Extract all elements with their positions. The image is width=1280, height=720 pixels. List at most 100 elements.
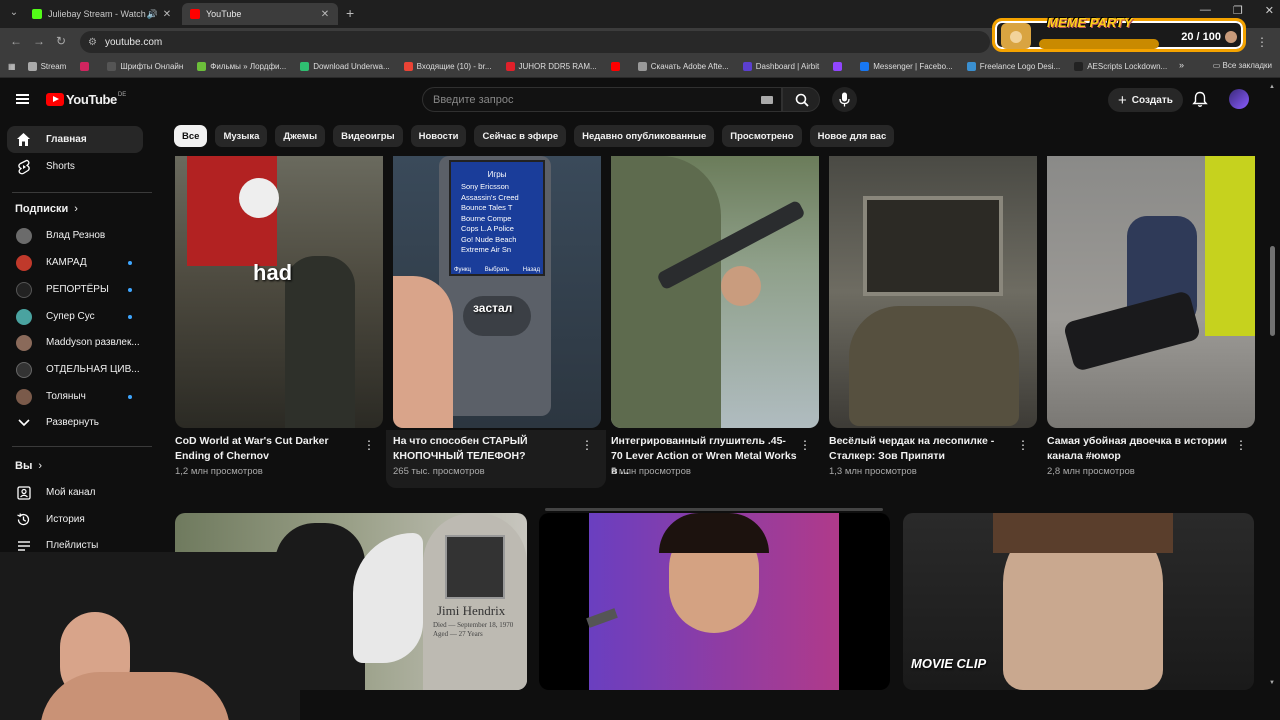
forward-icon[interactable]: → (33, 34, 45, 48)
hair-shape (993, 513, 1173, 553)
person-shape (611, 156, 721, 428)
sidebar-divider (12, 192, 152, 193)
youtube-logo[interactable]: YouTube DE (46, 92, 126, 107)
short-thumbnail[interactable]: Игры Sony Ericsson Assassin's Creed Boun… (393, 156, 601, 428)
bookmark[interactable]: Входящие (10) - br... (403, 62, 492, 71)
reload-icon[interactable]: ↻ (56, 34, 66, 48)
video-thumbnail[interactable] (539, 513, 890, 690)
sidebar-sub-channel[interactable]: РЕПОРТЁРЫ (7, 276, 143, 303)
sidebar-item-shorts[interactable]: Shorts (7, 153, 143, 180)
chip-recently-uploaded[interactable]: Недавно опубликованные (574, 125, 715, 147)
notifications-icon[interactable] (1192, 91, 1208, 108)
bookmark[interactable]: Dashboard | Airbit (742, 62, 819, 71)
short-title[interactable]: Весёлый чердак на лесопилке - Сталкер: З… (829, 434, 1015, 464)
bookmark[interactable]: Фильмы » Лордфи... (197, 62, 286, 71)
sidebar-sub-channel[interactable]: Maddyson развлек... (7, 329, 143, 356)
chip-news[interactable]: Новости (410, 125, 467, 147)
scroll-up-icon[interactable]: ▲ (1269, 84, 1275, 90)
video-thumbnail[interactable]: MOVIE CLIP (903, 513, 1254, 690)
all-bookmarks[interactable]: ▭ Все закладки (1213, 61, 1272, 70)
subscriptions-heading[interactable]: Подписки › (15, 203, 78, 215)
short-card[interactable]: Весёлый чердак на лесопилке - Сталкер: З… (829, 156, 1037, 477)
sidebar-sub-channel[interactable]: Супер Сус (7, 303, 143, 330)
short-thumbnail[interactable]: had (175, 156, 383, 428)
address-bar[interactable]: ⚙ youtube.com (80, 31, 990, 53)
tab-juliebay[interactable]: Juliebay Stream - Watch Li 🔊 ✕ (24, 3, 180, 25)
short-overlay-text: had (253, 260, 293, 285)
create-button[interactable]: + Создать (1108, 88, 1183, 112)
chip-new-for-you[interactable]: Новое для вас (809, 125, 895, 147)
short-card[interactable]: had CoD World at War's Cut Darker Ending… (175, 156, 383, 477)
sidebar-item-history[interactable]: История (7, 506, 143, 533)
more-options-icon[interactable]: ⋮ (1235, 438, 1247, 452)
short-card[interactable]: Интегрированный глушитель .45-70 Lever A… (611, 156, 819, 477)
voice-search-button[interactable] (832, 87, 857, 112)
close-window-icon[interactable]: ✕ (1265, 4, 1274, 17)
menu-icon[interactable] (16, 94, 29, 104)
bookmark[interactable] (80, 62, 93, 71)
bookmark[interactable] (833, 62, 846, 71)
chip-music[interactable]: Музыка (215, 125, 268, 147)
url-text: youtube.com (104, 36, 163, 48)
short-title[interactable]: CoD World at War's Cut Darker Ending of … (175, 434, 361, 464)
bookmark[interactable]: AEScripts Lockdown... (1074, 62, 1167, 71)
new-content-dot (128, 287, 132, 292)
close-icon[interactable]: ✕ (162, 9, 172, 20)
chip-all[interactable]: Все (174, 125, 208, 147)
bookmarks-more-icon[interactable]: » (1179, 60, 1184, 70)
close-icon[interactable]: ✕ (320, 9, 330, 20)
you-heading[interactable]: Вы › (15, 460, 42, 472)
sidebar-sub-channel[interactable]: Влад Резнов (7, 222, 143, 249)
short-thumbnail[interactable] (829, 156, 1037, 428)
more-options-icon[interactable]: ⋮ (799, 438, 811, 452)
chip-live[interactable]: Сейчас в эфире (474, 125, 567, 147)
site-info-icon[interactable]: ⚙ (88, 37, 97, 48)
apps-icon[interactable]: ▦ (8, 62, 16, 71)
short-thumbnail[interactable] (1047, 156, 1255, 428)
youtube-icon (190, 9, 200, 19)
scroll-down-icon[interactable]: ▼ (1269, 680, 1275, 686)
short-title[interactable]: На что способен СТАРЫЙ КНОПОЧНЫЙ ТЕЛЕФОН… (393, 434, 579, 464)
video-overlay-text: Jimi Hendrix (437, 603, 506, 618)
more-options-icon[interactable]: ⋮ (581, 438, 593, 452)
sidebar-sub-channel[interactable]: ОТДЕЛЬНАЯ ЦИВ... (7, 356, 143, 383)
bookmark[interactable]: Messenger | Facebo... (860, 62, 953, 71)
chevron-right-icon: › (74, 203, 78, 215)
short-card[interactable]: Самая убойная двоечка в истории канала #… (1047, 156, 1255, 477)
sidebar-sub-channel[interactable]: КАМРАД (7, 249, 143, 276)
short-title[interactable]: Самая убойная двоечка в истории канала #… (1047, 434, 1233, 464)
short-card[interactable]: Игры Sony Ericsson Assassin's Creed Boun… (393, 156, 601, 477)
chip-jams[interactable]: Джемы (275, 125, 326, 147)
sidebar-item-my-channel[interactable]: Мой канал (7, 479, 143, 506)
bookmark[interactable]: Freelance Logo Desi... (966, 62, 1060, 71)
account-avatar[interactable] (1229, 89, 1249, 109)
bookmark[interactable]: Download Underwa... (300, 62, 390, 71)
sidebar-item-home[interactable]: Главная (7, 126, 143, 153)
gmail-icon (403, 62, 413, 71)
bookmark[interactable]: Скачать Adobe Afte... (637, 62, 729, 71)
bookmark[interactable]: Stream (27, 62, 66, 71)
back-icon[interactable]: ← (10, 34, 22, 48)
new-tab-button[interactable]: + (346, 5, 354, 21)
sidebar-expand[interactable]: Развернуть (7, 409, 143, 436)
short-thumbnail[interactable] (611, 156, 819, 428)
tab-search-icon[interactable]: ⌄ (6, 5, 22, 21)
audio-icon[interactable]: 🔊 (147, 9, 158, 20)
more-options-icon[interactable]: ⋮ (363, 438, 375, 452)
scrollbar-thumb[interactable] (1270, 246, 1275, 336)
maximize-icon[interactable]: ❐ (1233, 4, 1243, 17)
sidebar-sub-channel[interactable]: Толяныч (7, 383, 143, 410)
chip-watched[interactable]: Просмотрено (722, 125, 802, 147)
bookmark[interactable]: Шрифты Онлайн (107, 62, 183, 71)
bookmark[interactable]: JUHOR DDR5 RAM... (505, 62, 597, 71)
shorts-icon (15, 158, 32, 175)
bookmark[interactable] (610, 62, 624, 71)
chip-videogames[interactable]: Видеоигры (333, 125, 403, 147)
browser-menu-icon[interactable]: ⋮ (1256, 35, 1268, 49)
tab-youtube[interactable]: YouTube ✕ (182, 3, 338, 25)
keyboard-icon[interactable] (761, 96, 773, 104)
search-input[interactable] (433, 93, 753, 106)
more-options-icon[interactable]: ⋮ (1017, 438, 1029, 452)
search-button[interactable] (782, 87, 820, 112)
minimize-icon[interactable]: — (1200, 4, 1211, 17)
